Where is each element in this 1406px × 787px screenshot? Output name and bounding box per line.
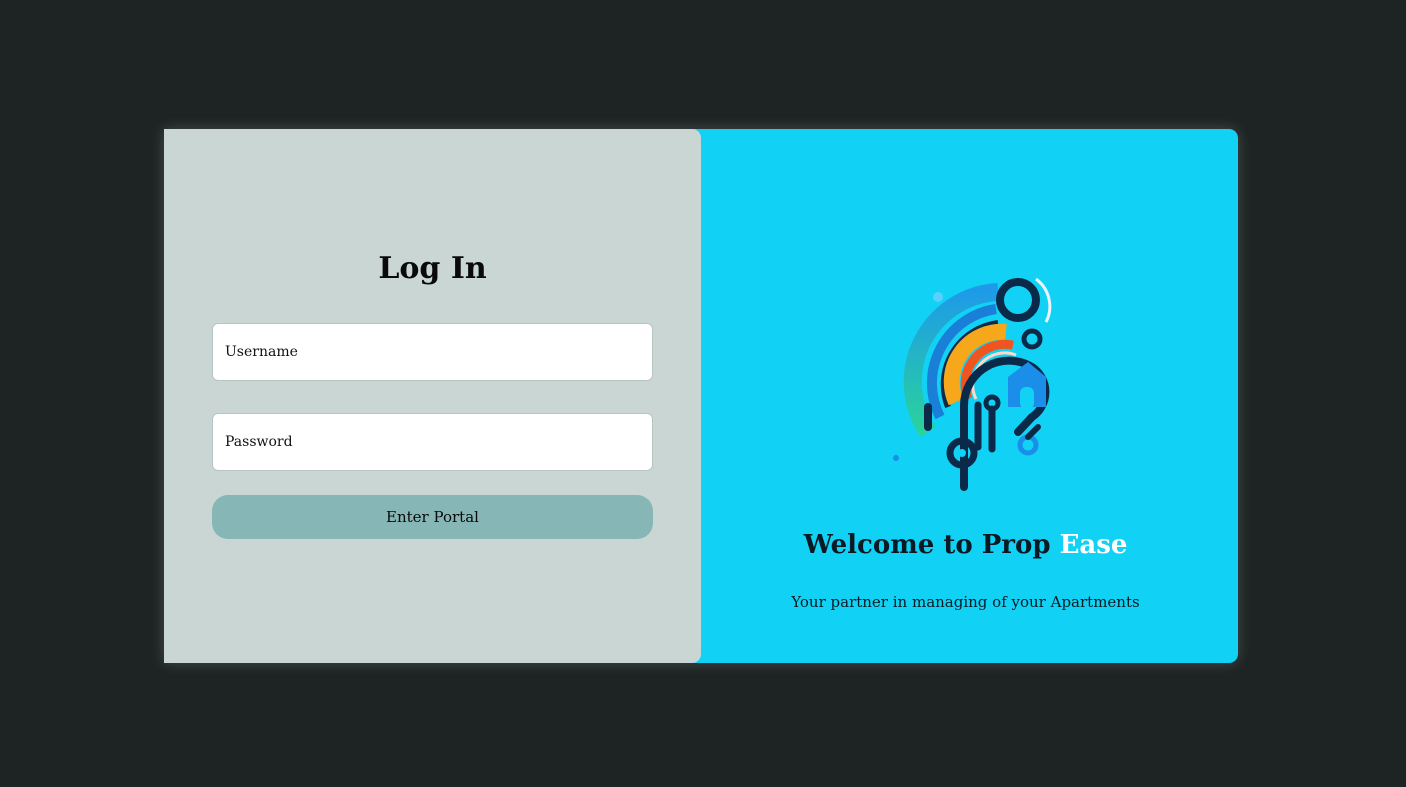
enter-portal-button[interactable]: Enter Portal [212,495,653,539]
prop-ease-logo-icon [893,277,1052,491]
login-card: Log In Enter Portal [164,129,1238,663]
username-input[interactable] [212,323,653,381]
welcome-accent: Ease [1059,530,1128,560]
tagline: Your partner in managing of your Apartme… [791,593,1140,611]
welcome-panel: Welcome to Prop Ease Your partner in man… [693,129,1238,663]
password-input[interactable] [212,413,653,471]
welcome-prefix: Welcome to Prop [803,530,1060,560]
login-panel: Log In Enter Portal [164,129,701,663]
welcome-heading: Welcome to Prop Ease [701,530,1230,560]
login-title: Log In [378,251,487,286]
